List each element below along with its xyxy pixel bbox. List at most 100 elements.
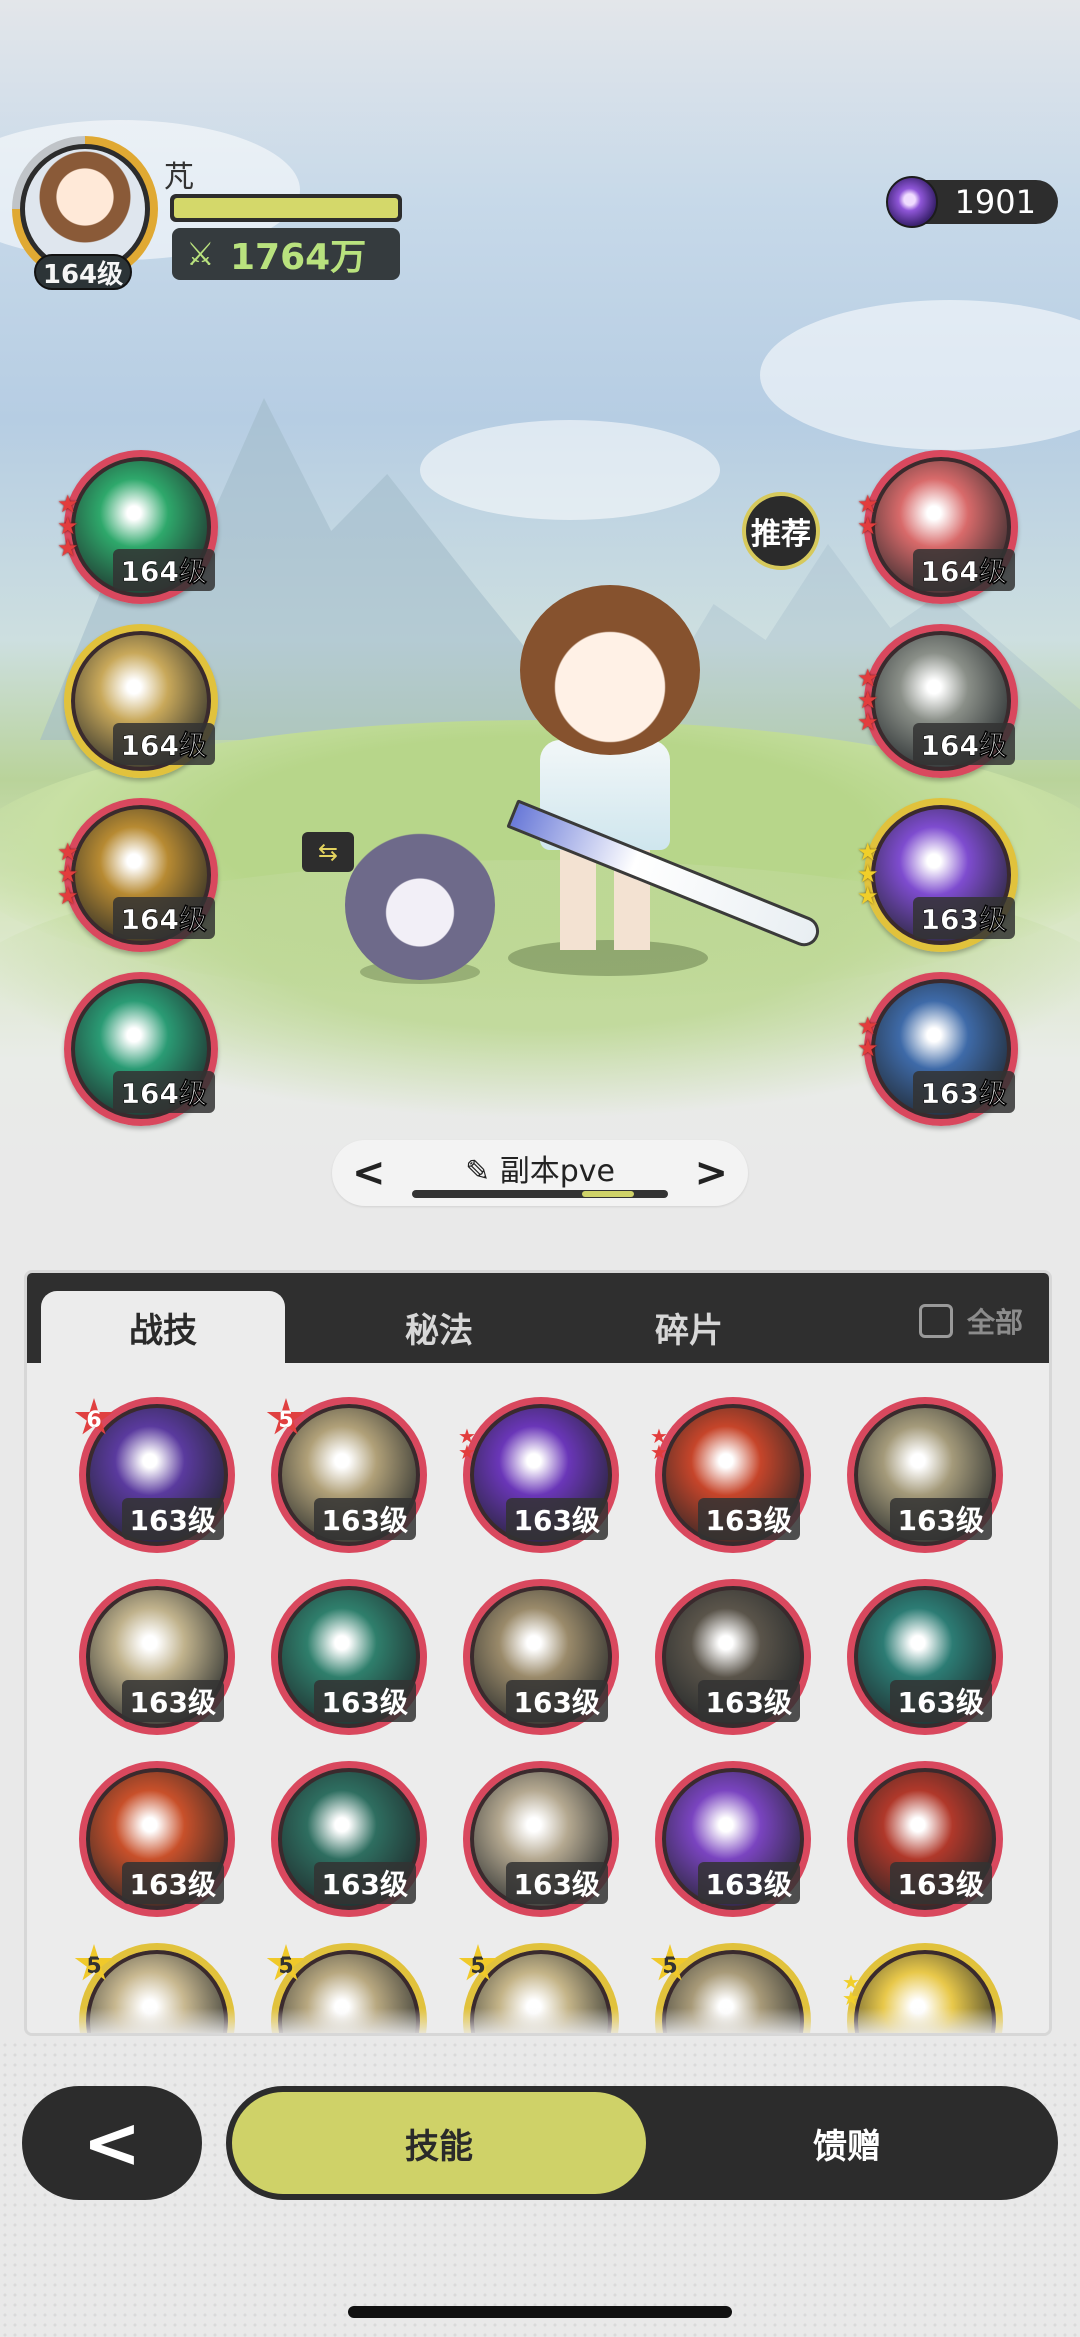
right-skill-slot[interactable]: ★ ★ ★ 163级 [857, 798, 1018, 952]
skill-item[interactable]: 163级 [847, 1579, 1003, 1735]
show-all-label: 全部 [966, 1306, 1023, 1339]
skill-stars: ★ ★ ★ [857, 666, 883, 736]
star-icon: ★ [857, 1034, 879, 1062]
skill-level: 163级 [912, 1071, 1015, 1113]
skill-level: 164级 [912, 723, 1015, 765]
skill-item[interactable]: 5 163级 [266, 1397, 427, 1553]
player-hp-fill [174, 198, 398, 218]
tab-fragments[interactable]: 碎片 [567, 1291, 811, 1363]
skill-item[interactable]: ★ ★ 163级 [650, 1397, 811, 1553]
star-count-badge: 5 [650, 1944, 690, 1981]
star-icon: ★ [458, 1440, 476, 1464]
star-icon: ★ [857, 512, 879, 540]
swap-pet-icon[interactable]: ⇆ [302, 832, 354, 872]
skill-stars: ★ ★ ★ [57, 492, 83, 562]
skill-level: 163级 [121, 1862, 224, 1904]
tab-combat-skills[interactable]: 战技 [41, 1291, 285, 1363]
preset-name-row[interactable]: ✎ 副本pve [332, 1146, 748, 1190]
chevron-left-icon: < [82, 2102, 142, 2184]
skill-level: 163级 [121, 1680, 224, 1722]
star-icon: ★ [57, 534, 79, 562]
skill-tab-bar: 战技 秘法 碎片 全部 [27, 1273, 1049, 1363]
skill-item[interactable]: 163级 [79, 1761, 235, 1917]
skill-level: 163级 [313, 1680, 416, 1722]
skill-item[interactable]: 163级 [655, 1579, 811, 1735]
skill-stars: ★ ★ [857, 492, 883, 540]
bottom-nav: 技能 馈赠 [226, 2086, 1058, 2200]
tab-secret-arts[interactable]: 秘法 [317, 1291, 561, 1363]
show-all-checkbox[interactable] [918, 1304, 953, 1338]
skill-item[interactable]: 163级 [79, 1579, 235, 1735]
skill-level: 164级 [112, 723, 215, 765]
right-skill-slot[interactable]: ★ ★ ★ 164级 [857, 624, 1018, 778]
left-skill-slot[interactable]: ★ ★ ★ 164级 [57, 798, 218, 952]
skill-item[interactable]: 163级 [847, 1761, 1003, 1917]
skill-item[interactable]: 6 163级 [74, 1397, 235, 1553]
skill-preset-selector: < ✎ 副本pve > [332, 1140, 748, 1206]
skill-level: 163级 [697, 1498, 800, 1540]
skill-item[interactable]: ★ ★ 163级 [458, 1397, 619, 1553]
star-icon: ★ [842, 1986, 860, 2010]
skill-item[interactable]: 163级 [655, 1761, 811, 1917]
preset-page-thumb [582, 1191, 634, 1197]
recommend-button[interactable]: 推荐 [742, 492, 820, 570]
skill-level: 163级 [505, 1862, 608, 1904]
skill-level: 163级 [889, 1862, 992, 1904]
skill-stars: ★ ★ ★ [57, 840, 83, 910]
skill-item[interactable]: 163级 [463, 1579, 619, 1735]
combat-power: ⚔ 1764万 [172, 228, 400, 280]
star-icon: ★ [650, 1440, 668, 1464]
grid-scroll-fade [27, 2008, 1049, 2033]
skill-level: 163级 [505, 1680, 608, 1722]
star-icon: ★ [57, 882, 79, 910]
skill-level: 163级 [313, 1498, 416, 1540]
star-count-badge: 5 [74, 1944, 114, 1981]
skill-level: 163级 [313, 1862, 416, 1904]
preset-name: 副本pve [499, 1154, 615, 1189]
back-button[interactable]: < [22, 2086, 202, 2200]
skill-level: 164级 [912, 549, 1015, 591]
skill-level: 163级 [912, 897, 1015, 939]
skill-level: 163级 [697, 1862, 800, 1904]
skill-item[interactable]: 163级 [271, 1579, 427, 1735]
star-count-badge: 6 [74, 1398, 114, 1435]
preset-page-track [412, 1190, 668, 1198]
player-name: 芃 [164, 160, 194, 195]
skill-level: 163级 [121, 1498, 224, 1540]
edit-pencil-icon: ✎ [465, 1154, 491, 1189]
skill-level: 163级 [889, 1680, 992, 1722]
skill-level: 164级 [112, 897, 215, 939]
skill-inventory-panel: 战技 秘法 碎片 全部 6 163级 5 163级 ★ ★ 163级 ★ ★ 163级 163级 16… [24, 1270, 1052, 2036]
player-level-badge: 164级 [34, 254, 132, 290]
star-icon: ★ [857, 708, 879, 736]
left-skill-slot[interactable]: 164级 [64, 972, 218, 1126]
right-skill-slot[interactable]: ★ ★ 163级 [857, 972, 1018, 1126]
skill-stars: ★ ★ [650, 1426, 674, 1464]
pet-companion[interactable] [345, 830, 495, 980]
left-skill-slot[interactable]: 164级 [64, 624, 218, 778]
star-count-badge: 5 [266, 1944, 306, 1981]
skill-level: 164级 [112, 1071, 215, 1113]
skill-item[interactable]: 163级 [271, 1761, 427, 1917]
left-skill-slot[interactable]: ★ ★ ★ 164级 [57, 450, 218, 604]
skill-stars: ★ ★ [458, 1426, 482, 1464]
nav-tab-skills[interactable]: 技能 [232, 2092, 646, 2194]
skill-stars: ★ ★ [857, 1014, 883, 1062]
show-all-toggle[interactable]: 全部 [918, 1301, 1023, 1341]
skill-item[interactable]: 163级 [463, 1761, 619, 1917]
nav-tab-gifts[interactable]: 馈赠 [640, 2092, 1054, 2194]
home-indicator [348, 2306, 732, 2318]
chevron-right-icon[interactable]: > [694, 1150, 728, 1196]
currency-counter[interactable]: 1901 [886, 176, 1058, 228]
skill-level: 163级 [505, 1498, 608, 1540]
skill-level: 163级 [889, 1498, 992, 1540]
skill-stars: ★ ★ ★ [857, 840, 883, 908]
crossed-swords-icon: ⚔ [186, 235, 215, 273]
hero-character [520, 585, 700, 755]
right-skill-slot[interactable]: ★ ★ 164级 [857, 450, 1018, 604]
star-count-badge: 5 [266, 1398, 306, 1435]
star-count-badge: 5 [458, 1944, 498, 1981]
currency-amount: 1901 [954, 183, 1036, 221]
skill-item[interactable]: 163级 [847, 1397, 1003, 1553]
combat-power-value: 1764万 [230, 237, 367, 278]
